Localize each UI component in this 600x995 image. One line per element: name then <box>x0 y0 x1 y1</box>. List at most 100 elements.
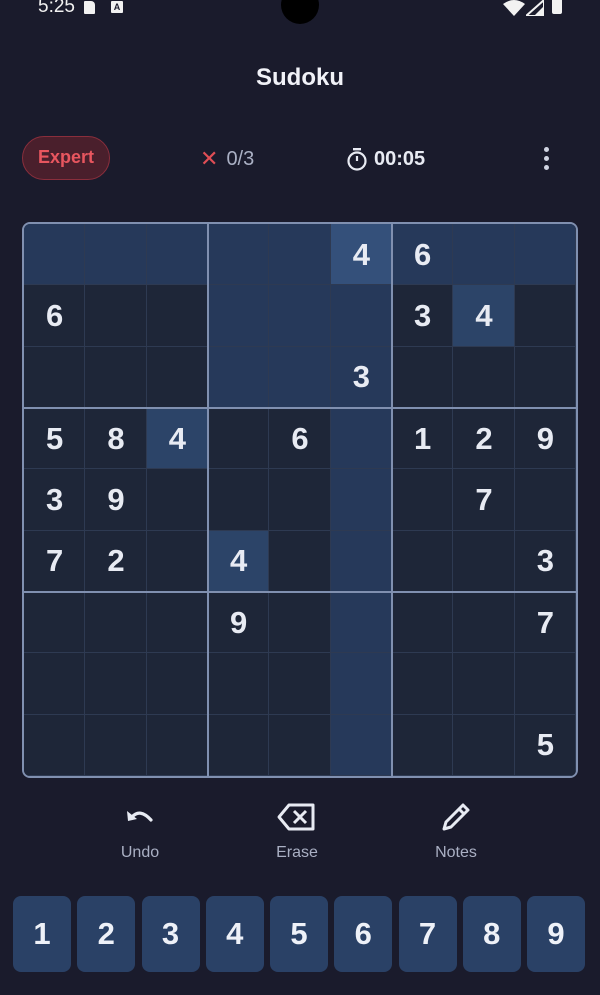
board-cell[interactable] <box>146 469 208 531</box>
board-cell[interactable] <box>269 224 331 286</box>
board-cell[interactable] <box>85 224 147 286</box>
board-cell[interactable] <box>391 530 454 592</box>
timer-value: 00:05 <box>374 147 426 170</box>
board-cell[interactable]: 3 <box>330 346 392 408</box>
board-cell[interactable] <box>85 714 147 776</box>
board-cell[interactable]: 3 <box>24 469 86 531</box>
board-cell[interactable] <box>269 469 331 531</box>
board-cell[interactable] <box>453 714 515 776</box>
board-cell[interactable] <box>330 407 392 470</box>
board-cell[interactable] <box>207 346 270 408</box>
number-key[interactable]: 6 <box>334 896 393 972</box>
board-cell[interactable]: 2 <box>453 407 515 470</box>
board-cell[interactable] <box>85 653 147 715</box>
board-cell[interactable] <box>514 346 576 408</box>
number-key[interactable]: 4 <box>205 896 264 972</box>
notes-button[interactable]: Notes <box>406 800 506 862</box>
board-cell[interactable]: 7 <box>24 530 86 592</box>
board-cell[interactable] <box>514 285 576 347</box>
board-cell[interactable] <box>514 224 576 286</box>
number-key[interactable]: 7 <box>398 896 457 972</box>
board-cell[interactable] <box>85 346 147 408</box>
board-cell[interactable] <box>85 285 147 347</box>
board-cell[interactable] <box>391 591 454 654</box>
board-cell[interactable] <box>207 653 270 715</box>
board-cell[interactable] <box>514 469 576 531</box>
board-cell[interactable] <box>207 285 270 347</box>
board-cell[interactable] <box>24 591 86 654</box>
board-cell[interactable] <box>24 346 86 408</box>
board-cell[interactable] <box>269 714 331 776</box>
board-cell[interactable] <box>269 530 331 592</box>
board-cell[interactable] <box>514 653 576 715</box>
box-divider-horizontal <box>24 407 576 409</box>
board-cell[interactable] <box>85 591 147 654</box>
board-cell[interactable] <box>207 224 270 286</box>
board-cell[interactable] <box>146 653 208 715</box>
mistake-x-icon: ✕ <box>200 146 219 171</box>
board-cell[interactable]: 6 <box>24 285 86 347</box>
board-cell[interactable]: 9 <box>207 591 270 654</box>
number-key[interactable]: 5 <box>270 896 328 972</box>
number-key[interactable]: 3 <box>141 896 200 972</box>
board-cell[interactable] <box>146 346 208 408</box>
board-cell[interactable]: 9 <box>85 469 147 531</box>
board-cell[interactable] <box>146 530 208 592</box>
board-cell[interactable] <box>453 653 515 715</box>
board-cell[interactable]: 2 <box>85 530 147 592</box>
board-cell[interactable] <box>391 653 454 715</box>
board-cell[interactable] <box>24 653 86 715</box>
board-cell[interactable]: 4 <box>330 224 392 286</box>
board-cell[interactable] <box>453 591 515 654</box>
board-cell[interactable]: 7 <box>514 591 576 654</box>
board-cell[interactable] <box>207 407 270 470</box>
board-cell[interactable] <box>330 653 392 715</box>
board-cell[interactable] <box>146 591 208 654</box>
board-cell[interactable] <box>391 469 454 531</box>
board-cell[interactable] <box>269 653 331 715</box>
board-cell[interactable] <box>24 714 86 776</box>
board-cell[interactable] <box>269 591 331 654</box>
number-key[interactable]: 8 <box>462 896 521 972</box>
board-cell[interactable] <box>330 530 392 592</box>
board-cell[interactable]: 1 <box>391 407 454 470</box>
board-cell[interactable] <box>146 714 208 776</box>
board-cell[interactable] <box>330 591 392 654</box>
board-cell[interactable] <box>453 346 515 408</box>
board-cell[interactable] <box>453 224 515 286</box>
board-cell[interactable]: 7 <box>453 469 515 531</box>
board-cell[interactable]: 4 <box>453 285 515 347</box>
board-cell[interactable] <box>391 714 454 776</box>
board-cell[interactable]: 8 <box>85 407 147 470</box>
erase-button[interactable]: Erase <box>247 800 347 862</box>
board-cell[interactable]: 4 <box>146 407 208 470</box>
board-cell[interactable] <box>269 346 331 408</box>
number-key[interactable]: 2 <box>77 896 136 972</box>
board-cell[interactable] <box>146 285 208 347</box>
signal-icon <box>526 0 544 16</box>
board-cell[interactable]: 4 <box>207 530 270 592</box>
board-cell[interactable]: 9 <box>514 407 576 470</box>
number-key[interactable]: 9 <box>527 896 585 972</box>
board-cell[interactable] <box>391 346 454 408</box>
board-cell[interactable] <box>269 285 331 347</box>
board-cell[interactable] <box>330 285 392 347</box>
undo-button[interactable]: Undo <box>90 800 190 862</box>
board-cell[interactable]: 5 <box>514 714 576 776</box>
board-cell[interactable]: 5 <box>24 407 86 470</box>
more-options-button[interactable] <box>534 144 558 174</box>
board-cell[interactable] <box>330 714 392 776</box>
board-cell[interactable]: 6 <box>269 407 331 470</box>
board-cell[interactable] <box>207 469 270 531</box>
board-cell[interactable] <box>453 530 515 592</box>
board-cell[interactable]: 3 <box>391 285 454 347</box>
board-cell[interactable] <box>207 714 270 776</box>
board-cell[interactable] <box>146 224 208 286</box>
action-bar: Undo Erase Notes <box>0 800 600 870</box>
number-key[interactable]: 1 <box>13 896 71 972</box>
board-cell[interactable]: 3 <box>514 530 576 592</box>
board-cell[interactable] <box>24 224 86 286</box>
board-cell[interactable] <box>330 469 392 531</box>
board-cell[interactable]: 6 <box>391 224 454 286</box>
sudoku-board: 46634358461293977243975 <box>22 222 578 778</box>
